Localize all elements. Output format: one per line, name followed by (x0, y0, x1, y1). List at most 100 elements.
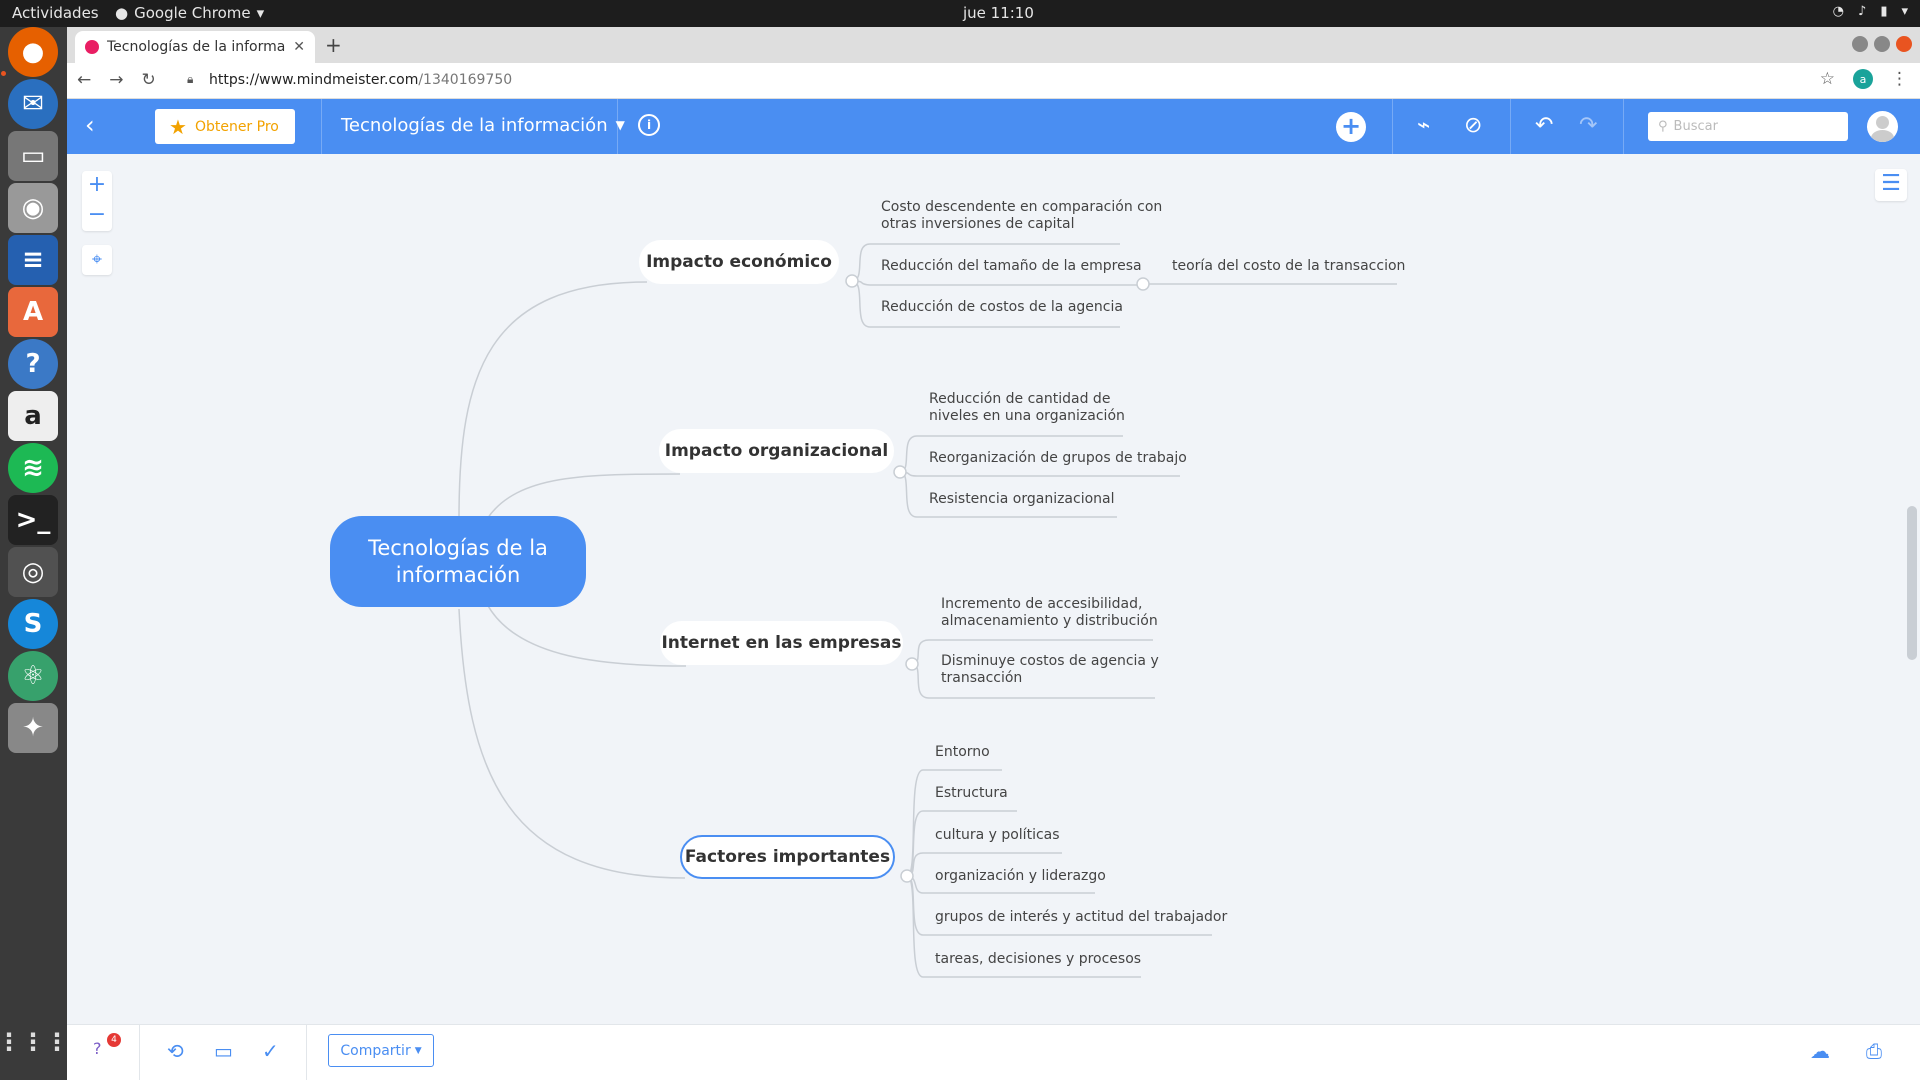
reload-icon[interactable]: ↻ (142, 70, 156, 90)
dock: ● ✉ ▭ ◉ ≡ A ? a ≋ >_ ◎ S ⚛ ✦ ⋮⋮⋮ (0, 27, 69, 1080)
leaf-topic[interactable]: Disminuye costos de agencia y transacció… (941, 653, 1159, 687)
skype-icon[interactable]: S (8, 599, 58, 649)
leaf-topic[interactable]: Incremento de accesibilidad, almacenamie… (941, 596, 1158, 630)
collapse-handle[interactable] (905, 657, 919, 671)
branch-topic-selected[interactable]: Factores importantes (680, 835, 895, 879)
vertical-scrollbar[interactable] (1907, 506, 1917, 660)
close-tab-icon[interactable]: ✕ (293, 39, 305, 55)
app-menu[interactable]: ● Google Chrome ▾ (115, 4, 264, 22)
url-host: https://www.mindmeister.com (209, 72, 419, 88)
leaf-topic[interactable]: tareas, decisiones y procesos (935, 951, 1141, 968)
leaf-topic[interactable]: Estructura (935, 785, 1008, 802)
undo-icon[interactable]: ↶ (1535, 113, 1553, 138)
url-field[interactable]: https://www.mindmeister.com/1340169750 (209, 72, 512, 88)
info-icon[interactable]: i (638, 114, 660, 136)
divider (321, 99, 322, 154)
map-toolbar: ‹ ★ Obtener Pro Tecnologías de la inform… (67, 99, 1920, 154)
search-input[interactable]: ⚲ Buscar (1648, 112, 1848, 141)
share-button[interactable]: Compartir ▼ (328, 1034, 434, 1067)
leaf-topic[interactable]: Entorno (935, 744, 990, 761)
thunderbird-icon[interactable]: ✉ (8, 79, 58, 129)
status-area[interactable]: ◔ ♪ ▮ ▾ (1833, 4, 1908, 19)
close-window-button[interactable] (1896, 36, 1912, 52)
divider (1623, 99, 1624, 154)
writer-icon[interactable]: ≡ (8, 235, 58, 285)
divider (1392, 99, 1393, 154)
firefox-icon[interactable]: ● (8, 27, 58, 77)
caret-down-icon: ▼ (414, 1045, 422, 1056)
history-icon[interactable]: ⟲ (167, 1039, 184, 1063)
browser-tab[interactable]: Tecnologías de la informa ✕ (75, 31, 315, 63)
branch-topic[interactable]: Impacto económico (639, 240, 839, 284)
disable-icon[interactable]: ⊘ (1464, 113, 1482, 138)
settings-tool-icon[interactable]: ✦ (8, 703, 58, 753)
print-icon[interactable]: ⎙ (1866, 1039, 1882, 1063)
minimize-button[interactable] (1852, 36, 1868, 52)
help-icon[interactable]: ? (8, 339, 58, 389)
back-arrow-icon[interactable]: ← (77, 70, 91, 90)
atom-icon[interactable]: ⚛ (8, 651, 58, 701)
mindmeister-favicon (85, 40, 99, 54)
chevron-down-icon: ▾ (1901, 4, 1908, 19)
leaf-topic[interactable]: Reducción del tamaño de la empresa (881, 258, 1142, 275)
chevron-left-icon[interactable]: ‹ (85, 111, 95, 139)
download-cloud-icon[interactable]: ☁ (1810, 1039, 1830, 1063)
rhythmbox-icon[interactable]: ◉ (8, 183, 58, 233)
connector-line (899, 471, 1180, 477)
lock-icon[interactable]: 🔒︎ (187, 72, 193, 87)
leaf-topic[interactable]: Reducción de cantidad de niveles en una … (929, 391, 1125, 425)
collapse-handle[interactable] (1136, 277, 1150, 291)
get-pro-button[interactable]: ★ Obtener Pro (155, 109, 295, 144)
chrome-dock-icon[interactable]: ◎ (8, 547, 58, 597)
app-menu-label: Google Chrome (134, 4, 251, 22)
add-topic-button[interactable]: + (1336, 112, 1366, 142)
leaf-topic[interactable]: teoría del costo de la transaccion (1172, 258, 1405, 275)
url-path: /1340169750 (418, 72, 513, 88)
bookmark-star-icon[interactable]: ☆ (1820, 69, 1835, 89)
branch-topic[interactable]: Internet en las empresas (660, 621, 903, 665)
collapse-handle[interactable] (900, 869, 914, 883)
get-pro-label: Obtener Pro (194, 118, 279, 135)
clock[interactable]: jue 11:10 (963, 4, 1034, 22)
address-bar: ← → ↻ 🔒︎ https://www.mindmeister.com/134… (67, 63, 1920, 99)
maximize-button[interactable] (1874, 36, 1890, 52)
more-menu-icon[interactable]: ⋮ (1891, 69, 1908, 89)
connect-icon[interactable]: ⌁ (1417, 113, 1430, 138)
files-icon[interactable]: ▭ (8, 131, 58, 181)
running-indicator (1, 71, 6, 76)
battery-icon: ▮ (1880, 4, 1888, 19)
leaf-topic[interactable]: Reducción de costos de la agencia (881, 299, 1123, 316)
branch-topic[interactable]: Impacto organizacional (659, 429, 894, 473)
help-icon[interactable]: ? (93, 1039, 102, 1058)
presentation-icon[interactable]: ▭ (214, 1039, 233, 1063)
collapse-handle[interactable] (845, 274, 859, 288)
software-center-icon[interactable]: A (8, 287, 58, 337)
window-controls (1852, 36, 1912, 52)
spotify-icon[interactable]: ≋ (8, 443, 58, 493)
leaf-topic[interactable]: organización y liderazgo (935, 868, 1106, 885)
connector-line (486, 603, 687, 667)
user-avatar[interactable] (1867, 111, 1898, 142)
account-avatar[interactable]: a (1853, 69, 1873, 89)
volume-icon: ♪ (1858, 4, 1867, 19)
leaf-topic[interactable]: Resistencia organizacional (929, 491, 1115, 508)
leaf-topic[interactable]: cultura y políticas (935, 827, 1060, 844)
root-topic[interactable]: Tecnologías de la información (330, 516, 586, 607)
new-tab-button[interactable]: + (325, 33, 342, 57)
collapse-handle[interactable] (893, 465, 907, 479)
connector-line (486, 473, 681, 520)
leaf-topic[interactable]: Reorganización de grupos de trabajo (929, 450, 1187, 467)
chevron-down-icon: ▾ (256, 4, 265, 22)
leaf-topic[interactable]: grupos de interés y actitud del trabajad… (935, 909, 1227, 926)
amazon-icon[interactable]: a (8, 391, 58, 441)
map-title-menu[interactable]: Tecnologías de la información ▼ (341, 115, 625, 136)
redo-icon[interactable]: ↷ (1579, 113, 1597, 138)
show-apps-icon[interactable]: ⋮⋮⋮ (0, 1017, 69, 1067)
activities-button[interactable]: Actividades (12, 4, 99, 22)
search-placeholder: Buscar (1673, 119, 1718, 134)
terminal-icon[interactable]: >_ (8, 495, 58, 545)
forward-arrow-icon[interactable]: → (109, 70, 123, 90)
map-canvas[interactable]: Tecnologías de la información Impacto ec… (67, 154, 1920, 1024)
tasks-icon[interactable]: ✓ (262, 1039, 279, 1063)
leaf-topic[interactable]: Costo descendente en comparación con otr… (881, 199, 1162, 233)
